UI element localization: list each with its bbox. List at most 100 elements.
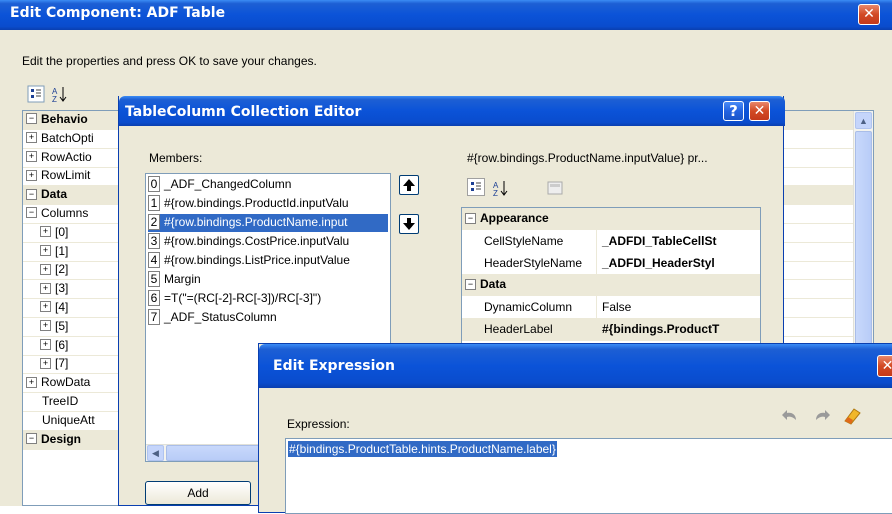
collection-alphabetical-button[interactable]: AZ [491,178,509,198]
property-label: CellStyleName [484,234,564,248]
column-separator [596,252,597,274]
category-label: Data [480,277,507,291]
props-header: #{row.bindings.ProductName.inputValue} p… [467,151,708,165]
move-down-button[interactable] [399,214,419,234]
member-item[interactable]: 4 #{row.bindings.ListPrice.inputValue [148,252,388,270]
categorized-icon [27,85,45,103]
move-up-button[interactable] [399,175,419,195]
collapse-icon[interactable]: − [465,279,476,291]
member-text: =T("=(RC[-2]-RC[-3])/RC[-3]") [164,291,322,305]
add-button[interactable]: Add [145,481,251,505]
hscroll-left-button[interactable]: ◀ [147,445,164,461]
expand-icon[interactable]: + [26,169,37,181]
member-text: _ADF_ChangedColumn [164,177,292,191]
collection-pages-button[interactable] [545,178,563,196]
collapse-icon[interactable]: − [26,207,37,219]
member-index: 3 [148,233,160,249]
property-label: RowActio [41,149,92,164]
property-value[interactable]: _ADFDI_TableCellSt [602,234,716,248]
outer-title: Edit Component: ADF Table [10,5,226,21]
category-row[interactable]: − Appearance [462,208,760,231]
outer-instructions: Edit the properties and press OK to save… [22,54,317,68]
expand-icon[interactable]: + [40,320,51,332]
property-label: [0] [55,224,69,239]
property-row[interactable]: CellStyleName _ADFDI_TableCellSt [462,230,760,253]
expression-label: Expression: [287,417,350,431]
edit-expression-window: Edit Expression ✕ Expression: #{bindings… [258,343,892,514]
expand-icon[interactable]: + [26,132,37,144]
member-item[interactable]: 6 =T("=(RC[-2]-RC[-3])/RC[-3]") [148,290,388,308]
property-row[interactable]: HeaderStyleName _ADFDI_HeaderStyl [462,252,760,275]
member-index: 7 [148,309,160,325]
property-label: Design [41,431,82,446]
outer-alphabetical-button[interactable]: AZ [50,84,68,104]
collection-close-button[interactable]: ✕ [749,101,770,121]
expression-input[interactable]: #{bindings.ProductTable.hints.ProductNam… [285,438,892,514]
member-text: #{row.bindings.ListPrice.inputValue [164,253,350,267]
member-item[interactable]: 2 #{row.bindings.ProductName.input [148,214,388,232]
column-separator [596,318,597,340]
property-label: RowData [41,375,91,390]
member-item[interactable]: 1 #{row.bindings.ProductId.inputValu [148,195,388,213]
expand-icon[interactable]: + [40,338,51,350]
property-label: HeaderLabel [484,322,553,336]
outer-title-bar: Edit Component: ADF Table ✕ [0,0,892,30]
property-label: Behavio [41,111,88,126]
property-pages-icon [547,181,563,195]
property-label: Columns [41,205,89,220]
property-label: [1] [55,243,69,258]
collapse-icon[interactable]: − [26,188,37,200]
undo-button[interactable] [781,406,801,426]
property-value[interactable]: #{bindings.ProductT [602,322,719,336]
clear-button[interactable] [841,404,863,426]
help-button[interactable]: ? [723,101,744,121]
column-property-grid[interactable]: − Appearance CellStyleName _ADFDI_TableCell… [461,207,761,347]
expand-icon[interactable]: + [40,244,51,256]
property-row[interactable]: DynamicColumn False [462,296,760,319]
members-label: Members: [149,151,203,165]
expand-icon[interactable]: + [26,150,37,162]
member-item[interactable]: 7 _ADF_StatusColumn [148,309,388,327]
property-label: DynamicColumn [484,300,573,314]
collapse-icon[interactable]: − [26,432,37,444]
expand-icon[interactable]: + [40,226,51,238]
redo-button[interactable] [811,406,831,426]
collection-categorized-button[interactable] [467,178,485,196]
expand-icon[interactable]: + [40,263,51,275]
member-text: #{row.bindings.ProductId.inputValu [164,196,349,210]
expand-icon[interactable]: + [26,376,37,388]
eraser-icon [844,408,861,425]
property-label: [6] [55,337,69,352]
member-index: 2 [148,214,160,230]
scroll-up-button[interactable]: ▲ [855,112,872,129]
category-row[interactable]: − Data [462,274,760,297]
member-index: 0 [148,176,160,192]
undo-icon [782,410,796,420]
property-value[interactable]: _ADFDI_HeaderStyl [602,256,715,270]
property-row[interactable]: HeaderLabel #{bindings.ProductT [462,318,760,341]
outer-close-button[interactable]: ✕ [858,4,880,25]
outer-categorized-button[interactable] [26,84,45,103]
column-separator [596,230,597,252]
property-label: [5] [55,318,69,333]
property-label: [3] [55,281,69,296]
property-label: HeaderStyleName [484,256,583,270]
expand-icon[interactable]: + [40,301,51,313]
member-text: _ADF_StatusColumn [164,310,277,324]
arrow-up-icon [403,179,415,191]
member-item[interactable]: 5 Margin [148,271,388,289]
expand-icon[interactable]: + [40,282,51,294]
expand-icon[interactable]: + [40,357,51,369]
collapse-icon[interactable]: − [465,213,476,225]
member-item[interactable]: 0 _ADF_ChangedColumn [148,176,388,194]
member-item[interactable]: 3 #{row.bindings.CostPrice.inputValu [148,233,388,251]
column-separator [596,296,597,318]
collapse-icon[interactable]: − [26,113,37,125]
expression-value: #{bindings.ProductTable.hints.ProductNam… [288,441,557,457]
property-value[interactable]: False [602,300,631,314]
expression-close-button[interactable]: ✕ [877,355,892,377]
expression-title-bar: Edit Expression ✕ [259,344,892,388]
svg-text:Z: Z [493,189,498,197]
redo-icon [816,410,830,420]
property-label: BatchOpti [41,130,94,145]
